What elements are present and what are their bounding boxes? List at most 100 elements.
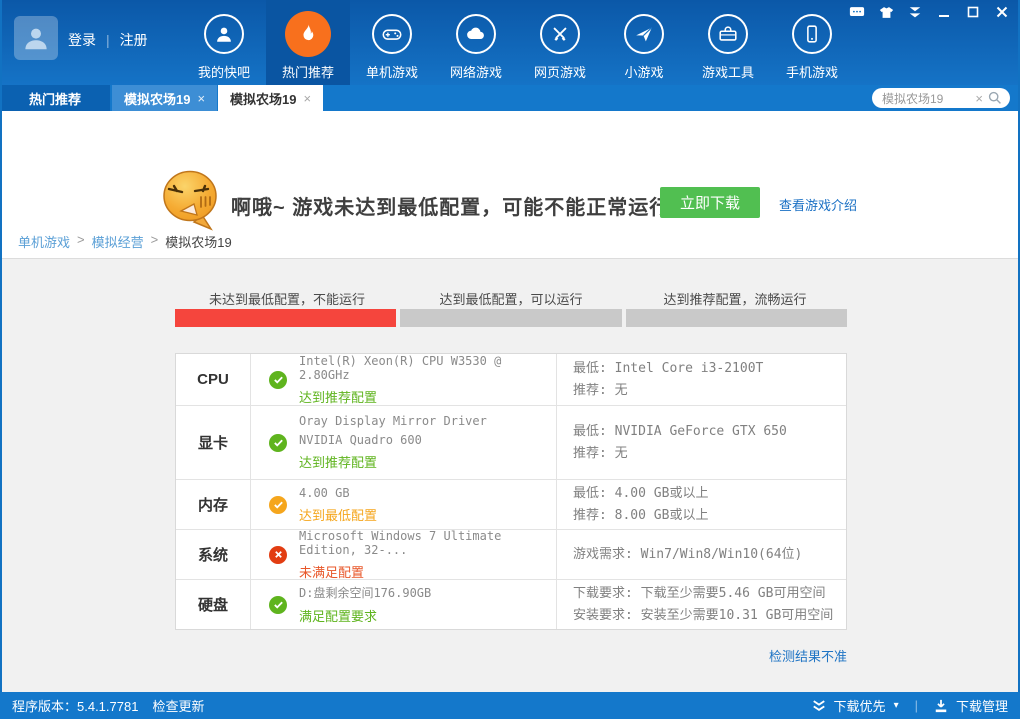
auth-links: 登录 | 注册 xyxy=(68,30,148,50)
download-button[interactable]: 立即下载 xyxy=(660,187,760,218)
requirement-line: 最低: NVIDIA GeForce GTX 650 xyxy=(573,421,846,443)
meter-label-below-min: 未达到最低配置，不能运行 xyxy=(175,289,399,308)
tab-game-2-active[interactable]: 模拟农场19 × xyxy=(218,85,323,111)
check-circle-icon xyxy=(269,371,287,389)
download-manager-button[interactable]: 下载管理 xyxy=(956,696,1008,715)
detected-value: Microsoft Windows 7 Ultimate Edition, 32… xyxy=(299,529,556,557)
nav-item-label: 网页游戏 xyxy=(534,62,586,81)
nav-item-label: 我的快吧 xyxy=(198,62,250,81)
login-link[interactable]: 登录 xyxy=(68,30,96,50)
nav-item-label: 小游戏 xyxy=(624,62,663,81)
game-intro-link[interactable]: 查看游戏介绍 xyxy=(779,195,857,214)
titlebar: 登录 | 注册 我的快吧 热门推荐 单机游戏 xyxy=(0,0,1020,85)
table-row-disk: 硬盘 D:盘剩余空间176.90GB 满足配置要求 下载要求: 下载至少需要5.… xyxy=(176,580,846,629)
search-input[interactable] xyxy=(882,91,975,105)
breadcrumb-link-pc-games[interactable]: 单机游戏 xyxy=(18,232,70,251)
row-status-cell: Microsoft Windows 7 Ultimate Edition, 32… xyxy=(251,530,557,579)
collapse-icon[interactable] xyxy=(905,4,925,20)
requirement-line: 安装要求: 安装至少需要10.31 GB可用空间 xyxy=(573,605,846,627)
nav-item-mobile-games[interactable]: 手机游戏 xyxy=(770,0,854,85)
nav-item-web-games[interactable]: 网页游戏 xyxy=(518,0,602,85)
fail-cross-circle-icon xyxy=(269,546,287,564)
message-icon[interactable] xyxy=(847,4,867,20)
tab-game-1[interactable]: 模拟农场19 × xyxy=(112,85,217,111)
config-meter xyxy=(175,309,847,327)
meter-segment-min xyxy=(400,309,621,327)
tab-close-icon[interactable]: × xyxy=(197,91,205,106)
row-requirement-cell: 下载要求: 下载至少需要5.46 GB可用空间 安装要求: 安装至少需要10.3… xyxy=(557,580,846,629)
requirement-line: 最低: Intel Core i3-2100T xyxy=(573,358,846,380)
cloud-icon xyxy=(456,14,496,54)
download-icon xyxy=(934,699,948,713)
row-status-cell: D:盘剩余空间176.90GB 满足配置要求 xyxy=(251,580,557,629)
download-priority-button[interactable]: 下载优先 xyxy=(834,696,886,715)
requirement-line: 游戏需求: Win7/Win8/Win10(64位) xyxy=(573,544,846,566)
meter-label-min: 达到最低配置，可以运行 xyxy=(399,289,623,308)
swords-icon xyxy=(540,14,580,54)
tab-label: 热门推荐 xyxy=(29,89,81,108)
search-icon[interactable] xyxy=(988,91,1002,105)
row-requirement-cell: 最低: 4.00 GB或以上 推荐: 8.00 GB或以上 xyxy=(557,480,846,529)
statusbar-right: 下载优先 ▾ | 下载管理 xyxy=(812,696,1008,715)
minimize-icon[interactable] xyxy=(934,4,954,20)
register-link[interactable]: 注册 xyxy=(120,30,148,50)
close-icon[interactable] xyxy=(992,4,1012,20)
requirement-line: 最低: 4.00 GB或以上 xyxy=(573,483,846,505)
auth-separator: | xyxy=(106,32,110,48)
nav-item-game-tools[interactable]: 游戏工具 xyxy=(686,0,770,85)
nav-item-pc-games[interactable]: 单机游戏 xyxy=(350,0,434,85)
breadcrumb-link-sim-management[interactable]: 模拟经营 xyxy=(92,232,144,251)
gamepad-icon xyxy=(372,14,412,54)
table-row-cpu: CPU Intel(R) Xeon(R) CPU W3530 @ 2.80GHz… xyxy=(176,354,846,406)
nav-item-mini-games[interactable]: 小游戏 xyxy=(602,0,686,85)
tabbar: 热门推荐 模拟农场19 × 模拟农场19 × × xyxy=(0,85,1020,111)
search-box: × xyxy=(872,88,1010,108)
meter-label-recommended: 达到推荐配置，流畅运行 xyxy=(623,289,847,308)
meter-labels: 未达到最低配置，不能运行 达到最低配置，可以运行 达到推荐配置，流畅运行 xyxy=(175,289,847,308)
check-circle-icon xyxy=(269,434,287,452)
chevron-down-icon[interactable]: ▾ xyxy=(894,700,899,711)
detected-value: 4.00 GB xyxy=(299,486,377,500)
breadcrumb-separator: > xyxy=(151,232,159,251)
user-silhouette-icon xyxy=(21,23,51,53)
skin-icon[interactable] xyxy=(876,4,896,20)
requirement-line: 下载要求: 下载至少需要5.46 GB可用空间 xyxy=(573,583,846,605)
verdict-text: 达到推荐配置 xyxy=(299,452,487,471)
table-row-gpu: 显卡 Oray Display Mirror Driver NVIDIA Qua… xyxy=(176,406,846,480)
maximize-icon[interactable] xyxy=(963,4,983,20)
tab-label: 模拟农场19 xyxy=(230,89,296,108)
nav-item-hot-recommend[interactable]: 热门推荐 xyxy=(266,0,350,85)
breadcrumb-separator: > xyxy=(77,232,85,251)
row-status-cell: 4.00 GB 达到最低配置 xyxy=(251,480,557,529)
verdict-text: 达到最低配置 xyxy=(299,505,377,524)
nav-item-label: 热门推荐 xyxy=(282,62,334,81)
row-status-cell: Intel(R) Xeon(R) CPU W3530 @ 2.80GHz 达到推… xyxy=(251,354,557,405)
warning-check-circle-icon xyxy=(269,496,287,514)
nav-item-my-kuaiba[interactable]: 我的快吧 xyxy=(182,0,266,85)
row-label: 硬盘 xyxy=(176,580,251,629)
toolbox-icon xyxy=(708,14,748,54)
tab-hot-recommend[interactable]: 热门推荐 xyxy=(0,85,110,111)
inaccurate-result-link[interactable]: 检测结果不准 xyxy=(769,646,847,665)
search-clear-icon[interactable]: × xyxy=(975,91,983,106)
statusbar: 程序版本：5.4.1.7781 检查更新 下载优先 ▾ | 下载管理 xyxy=(0,692,1020,719)
config-warning-message: 啊哦~ 游戏未达到最低配置，可能不能正常运行！ xyxy=(231,191,691,220)
nav-item-label: 单机游戏 xyxy=(366,62,418,81)
verdict-text: 满足配置要求 xyxy=(299,606,431,625)
nav-item-online-games[interactable]: 网络游戏 xyxy=(434,0,518,85)
result-section: 未达到最低配置，不能运行 达到最低配置，可以运行 达到推荐配置，流畅运行 CPU… xyxy=(0,258,1020,692)
row-label: 内存 xyxy=(176,480,251,529)
main-nav: 我的快吧 热门推荐 单机游戏 网络游戏 xyxy=(182,0,854,85)
check-update-link[interactable]: 检查更新 xyxy=(152,696,204,715)
detected-value: Oray Display Mirror Driver xyxy=(299,414,487,428)
detected-value: NVIDIA Quadro 600 xyxy=(299,433,487,447)
tab-close-icon[interactable]: × xyxy=(303,91,311,106)
meter-segment-recommended xyxy=(626,309,847,327)
window-controls xyxy=(847,4,1012,20)
sad-mascot-icon xyxy=(161,169,223,235)
requirement-line: 推荐: 无 xyxy=(573,380,846,402)
requirement-line: 推荐: 8.00 GB或以上 xyxy=(573,505,846,527)
app-window: 登录 | 注册 我的快吧 热门推荐 单机游戏 xyxy=(0,0,1020,719)
avatar[interactable] xyxy=(14,16,58,60)
phone-icon xyxy=(792,14,832,54)
